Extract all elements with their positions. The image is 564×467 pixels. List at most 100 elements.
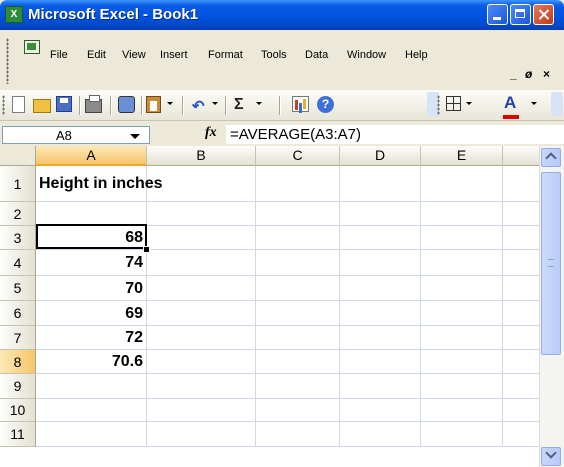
cell-d6[interactable] xyxy=(340,301,421,326)
menu-data[interactable]: Data xyxy=(305,49,328,61)
cell-b7[interactable] xyxy=(147,326,256,350)
name-box-dropdown-arrow[interactable] xyxy=(130,134,140,139)
cell-e3[interactable] xyxy=(421,226,503,250)
doc-restore-button[interactable]: ø xyxy=(525,67,532,81)
autosum-dropdown-arrow[interactable] xyxy=(256,102,262,105)
fill-handle[interactable] xyxy=(143,246,150,253)
workbook-icon[interactable] xyxy=(24,40,40,54)
cell-f6[interactable] xyxy=(503,301,539,326)
cell-f8[interactable] xyxy=(503,350,539,374)
menu-insert[interactable]: Insert xyxy=(160,49,188,61)
cell-b4[interactable] xyxy=(147,250,256,276)
row-header-6[interactable]: 6 xyxy=(0,301,36,326)
cell-b2[interactable] xyxy=(147,202,256,226)
formatting-options-chevron[interactable] xyxy=(551,92,563,116)
scroll-down-button[interactable] xyxy=(541,447,561,466)
cell-f3[interactable] xyxy=(503,226,539,250)
cell-b5[interactable] xyxy=(147,276,256,301)
title-bar[interactable]: X Microsoft Excel - Book1 xyxy=(0,0,564,30)
chart-wizard-icon[interactable] xyxy=(292,96,309,112)
cell-a1[interactable]: Height in inches xyxy=(36,166,163,202)
cell-a10[interactable] xyxy=(36,399,147,422)
open-icon[interactable] xyxy=(33,99,51,113)
cell-f10[interactable] xyxy=(503,399,539,422)
cell-a6[interactable]: 69 xyxy=(36,301,147,326)
cell-d10[interactable] xyxy=(340,399,421,422)
cell-d7[interactable] xyxy=(340,326,421,350)
cell-c2[interactable] xyxy=(256,202,340,226)
cell-d11[interactable] xyxy=(340,422,421,447)
worksheet-grid[interactable]: A B C D E 1 Height in inches 2 3 68 4 74 5 70 6 69… xyxy=(0,146,539,467)
name-box-value[interactable]: A8 xyxy=(56,128,72,143)
column-header-b[interactable]: B xyxy=(147,146,256,166)
autosum-icon[interactable]: Σ xyxy=(234,96,244,114)
cell-e7[interactable] xyxy=(421,326,503,350)
menu-bar-grip[interactable] xyxy=(6,38,9,84)
cell-c7[interactable] xyxy=(256,326,340,350)
cell-c8[interactable] xyxy=(256,350,340,374)
maximize-button[interactable] xyxy=(510,4,531,25)
help-icon[interactable]: ? xyxy=(317,96,334,113)
row-header-1[interactable]: 1 xyxy=(0,166,36,202)
name-box[interactable] xyxy=(2,126,150,144)
column-header-e[interactable]: E xyxy=(421,146,503,166)
font-color-dropdown-arrow[interactable] xyxy=(531,102,537,105)
cell-f9[interactable] xyxy=(503,374,539,399)
cell-e8[interactable] xyxy=(421,350,503,374)
row-header-8[interactable]: 8 xyxy=(0,350,36,374)
undo-dropdown-arrow[interactable] xyxy=(212,102,218,105)
toolbar-grip[interactable] xyxy=(2,95,5,115)
cell-b1[interactable] xyxy=(147,166,256,202)
cell-f1[interactable] xyxy=(503,166,539,202)
doc-minimize-button[interactable]: _ xyxy=(510,67,517,81)
cell-d9[interactable] xyxy=(340,374,421,399)
find-icon[interactable] xyxy=(118,96,135,113)
cell-a2[interactable] xyxy=(36,202,147,226)
row-header-10[interactable]: 10 xyxy=(0,399,36,422)
menu-help[interactable]: Help xyxy=(405,49,428,61)
active-cell-border[interactable] xyxy=(36,224,147,249)
column-header-c[interactable]: C xyxy=(256,146,340,166)
cell-a11[interactable] xyxy=(36,422,147,447)
cell-d2[interactable] xyxy=(340,202,421,226)
cell-d8[interactable] xyxy=(340,350,421,374)
cell-e4[interactable] xyxy=(421,250,503,276)
cell-a9[interactable] xyxy=(36,374,147,399)
menu-file[interactable]: File xyxy=(50,49,68,61)
cell-d5[interactable] xyxy=(340,276,421,301)
cell-e2[interactable] xyxy=(421,202,503,226)
row-header-5[interactable]: 5 xyxy=(0,276,36,301)
column-header-f[interactable] xyxy=(503,146,539,166)
minimize-button[interactable] xyxy=(487,4,508,25)
row-header-7[interactable]: 7 xyxy=(0,326,36,350)
formula-text[interactable]: =AVERAGE(A3:A7) xyxy=(230,126,361,143)
cell-c5[interactable] xyxy=(256,276,340,301)
cell-b11[interactable] xyxy=(147,422,256,447)
undo-icon[interactable]: ↶ xyxy=(192,97,205,115)
cell-c9[interactable] xyxy=(256,374,340,399)
cell-a8[interactable]: 70.6 xyxy=(36,350,147,374)
cell-c4[interactable] xyxy=(256,250,340,276)
cell-b3[interactable] xyxy=(147,226,256,250)
cell-b8[interactable] xyxy=(147,350,256,374)
cell-c6[interactable] xyxy=(256,301,340,326)
paste-icon[interactable] xyxy=(146,96,161,113)
row-header-9[interactable]: 9 xyxy=(0,374,36,399)
row-header-11[interactable]: 11 xyxy=(0,422,36,447)
cell-d4[interactable] xyxy=(340,250,421,276)
cell-e6[interactable] xyxy=(421,301,503,326)
cell-a4[interactable]: 74 xyxy=(36,250,147,276)
cell-e10[interactable] xyxy=(421,399,503,422)
new-icon[interactable] xyxy=(12,96,25,113)
close-button[interactable] xyxy=(533,4,554,25)
cell-f4[interactable] xyxy=(503,250,539,276)
formatting-toolbar-grip[interactable] xyxy=(437,95,440,115)
cell-a5[interactable]: 70 xyxy=(36,276,147,301)
cell-e11[interactable] xyxy=(421,422,503,447)
doc-close-button[interactable]: × xyxy=(543,67,550,81)
cell-c11[interactable] xyxy=(256,422,340,447)
row-header-3[interactable]: 3 xyxy=(0,226,36,250)
cell-e9[interactable] xyxy=(421,374,503,399)
cell-f7[interactable] xyxy=(503,326,539,350)
insert-function-icon[interactable]: fx xyxy=(205,125,217,141)
